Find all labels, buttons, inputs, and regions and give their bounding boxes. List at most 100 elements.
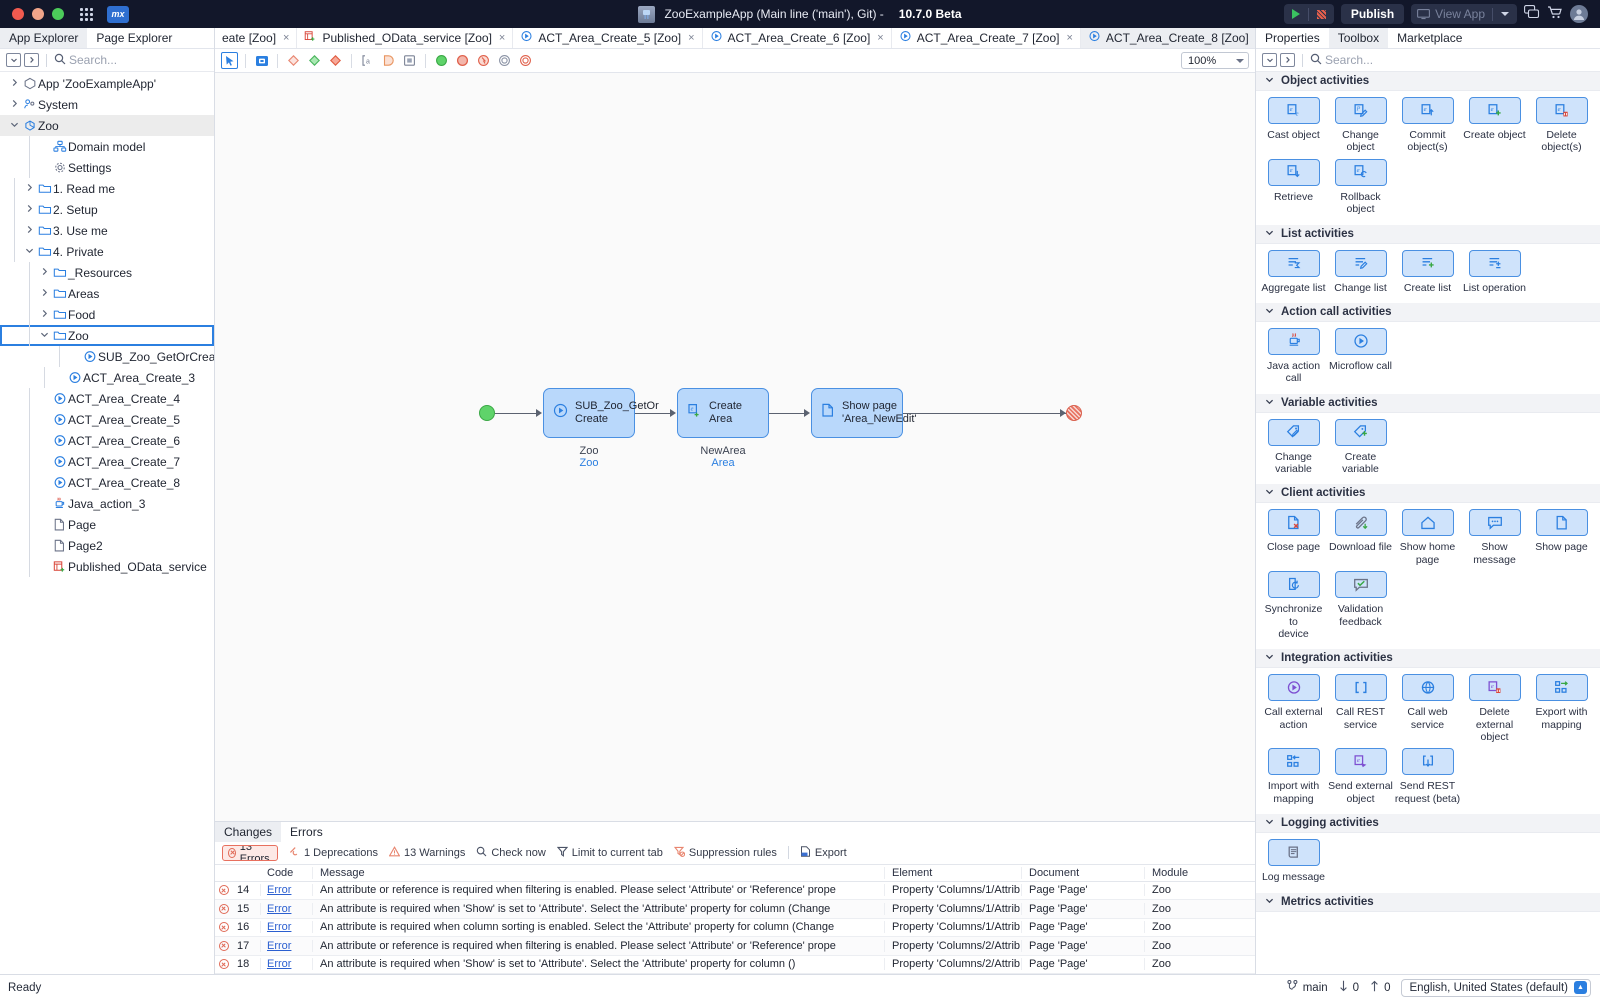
loop-icon[interactable]: [380, 52, 397, 69]
suppression-rules-button[interactable]: Suppression rules: [674, 846, 777, 860]
microflow-node-microflow-call[interactable]: SUB_Zoo_GetOr Create: [543, 388, 635, 438]
error-code-link[interactable]: Error: [267, 903, 291, 915]
error-code-link[interactable]: Error: [267, 940, 291, 952]
view-app-dropdown-button[interactable]: [1493, 4, 1517, 24]
toolbox-item-import-with-mapping[interactable]: Import with mapping: [1260, 748, 1327, 805]
send-external-object-icon[interactable]: e: [1335, 748, 1387, 775]
editor-tab-act-area-create-6-zoo[interactable]: ACT_Area_Create_6 [Zoo]×: [703, 28, 892, 48]
editor-tab-eate-zoo[interactable]: eate [Zoo]×: [215, 28, 297, 48]
toolbox-item-send-external-object[interactable]: eSend external object: [1327, 748, 1394, 805]
app-explorer-tree[interactable]: App 'ZooExampleApp'SystemZooDomain model…: [0, 72, 214, 974]
language-select[interactable]: English, United States (default) ▲: [1401, 979, 1591, 997]
tree-item-settings[interactable]: Settings: [0, 157, 214, 178]
expand-all-icon[interactable]: [1280, 53, 1295, 67]
expand-all-icon[interactable]: [24, 53, 39, 67]
toolbox-item-create-list[interactable]: Create list: [1394, 250, 1461, 294]
exclusive-split-icon[interactable]: [327, 52, 344, 69]
table-row[interactable]: 18ErrorAn attribute is required when 'Sh…: [215, 956, 1255, 975]
export-button[interactable]: Export: [800, 846, 847, 860]
close-tab-icon[interactable]: ×: [283, 32, 289, 44]
tree-twisty-icon[interactable]: [23, 225, 36, 236]
call-rest-service-icon[interactable]: [1335, 674, 1387, 701]
tree-item-act-area-create-6[interactable]: ACT_Area_Create_6: [0, 430, 214, 451]
sequence-flow-icon[interactable]: [253, 52, 270, 69]
toolbox-item-change-object[interactable]: PChange object: [1327, 97, 1394, 154]
editor-tab-act-area-create-8-zoo[interactable]: ACT_Area_Create_8 [Zoo]×: [1081, 28, 1255, 48]
tree-item-food[interactable]: Food: [0, 304, 214, 325]
microflow-canvas[interactable]: SUB_Zoo_GetOr Create Zoo Zoo e Cre: [215, 73, 1255, 821]
errors-table-body[interactable]: 14ErrorAn attribute or reference is requ…: [215, 882, 1255, 975]
stop-app-button[interactable]: [1309, 4, 1334, 24]
toolbox-group-header-integration-activities[interactable]: Integration activities: [1256, 649, 1600, 668]
tree-item-act-area-create-7[interactable]: ACT_Area_Create_7: [0, 451, 214, 472]
merge-icon[interactable]: [306, 52, 323, 69]
error-event-icon[interactable]: [475, 52, 492, 69]
continue-event-icon[interactable]: [517, 52, 534, 69]
tree-item-2-setup[interactable]: 2. Setup: [0, 199, 214, 220]
tree-item-page[interactable]: Page: [0, 514, 214, 535]
parameter-icon[interactable]: [401, 52, 418, 69]
close-page-icon[interactable]: [1268, 509, 1320, 536]
send-rest-request-icon[interactable]: [1402, 748, 1454, 775]
minimize-window-button[interactable]: [32, 8, 44, 20]
git-branch-indicator[interactable]: main: [1287, 980, 1328, 995]
toolbox-item-log-message[interactable]: Log message: [1260, 839, 1327, 883]
tree-twisty-icon[interactable]: [23, 183, 36, 194]
toolbox-item-java-action-call[interactable]: Java action call: [1260, 328, 1327, 385]
toolbox-item-cast-object[interactable]: eeCast object: [1260, 97, 1327, 154]
tree-item-zoo[interactable]: Zoo: [0, 325, 214, 346]
close-window-button[interactable]: [12, 8, 24, 20]
toolbox-item-microflow-call[interactable]: Microflow call: [1327, 328, 1394, 385]
tab-changes[interactable]: Changes: [215, 822, 281, 842]
toolbox-item-commit-object-s[interactable]: eCommit object(s): [1394, 97, 1461, 154]
feedback-icon[interactable]: [1524, 5, 1540, 23]
tree-twisty-icon[interactable]: [8, 78, 21, 89]
toolbox-item-list-operation[interactable]: List operation: [1461, 250, 1528, 294]
toolbox-group-header-client-activities[interactable]: Client activities: [1256, 484, 1600, 503]
microflow-node-create-object[interactable]: e Create Area: [677, 388, 769, 438]
stepper-icon[interactable]: ▲: [1574, 981, 1587, 994]
app-grid-icon[interactable]: [80, 8, 93, 21]
column-header-code[interactable]: Code: [261, 867, 313, 879]
create-object-icon[interactable]: e: [1469, 97, 1521, 124]
maximize-window-button[interactable]: [52, 8, 64, 20]
tree-item-resources[interactable]: _Resources: [0, 262, 214, 283]
tree-item-areas[interactable]: Areas: [0, 283, 214, 304]
tree-item-act-area-create-4[interactable]: ACT_Area_Create_4: [0, 388, 214, 409]
show-message-icon[interactable]: [1469, 509, 1521, 536]
editor-tab-bar[interactable]: eate [Zoo]×Published_OData_service [Zoo]…: [215, 28, 1255, 49]
toolbox-item-create-object[interactable]: eCreate object: [1461, 97, 1528, 154]
microflow-node-show-page[interactable]: Show page 'Area_NewEdit': [811, 388, 903, 438]
toolbox-group-header-metrics-activities[interactable]: Metrics activities: [1256, 893, 1600, 912]
tree-item-act-area-create-8[interactable]: ACT_Area_Create_8: [0, 472, 214, 493]
create-list-icon[interactable]: [1402, 250, 1454, 277]
end-event-icon[interactable]: [454, 52, 471, 69]
toolbox-group-header-logging-activities[interactable]: Logging activities: [1256, 814, 1600, 833]
collapse-all-icon[interactable]: [1262, 53, 1277, 67]
toolbox-item-call-rest-service[interactable]: Call REST service: [1327, 674, 1394, 743]
annotation-icon[interactable]: a: [359, 52, 376, 69]
tree-item-1-read-me[interactable]: 1. Read me: [0, 178, 214, 199]
decision-icon[interactable]: [285, 52, 302, 69]
validation-feedback-icon[interactable]: [1335, 571, 1387, 598]
start-event-icon[interactable]: [433, 52, 450, 69]
limit-to-current-tab-button[interactable]: Limit to current tab: [557, 846, 663, 860]
table-row[interactable]: 14ErrorAn attribute or reference is requ…: [215, 882, 1255, 901]
error-code-link[interactable]: Error: [267, 958, 291, 970]
table-row[interactable]: 16ErrorAn attribute is required when col…: [215, 919, 1255, 938]
tree-item-act-area-create-5[interactable]: ACT_Area_Create_5: [0, 409, 214, 430]
tree-item-act-area-create-3[interactable]: ACT_Area_Create_3: [0, 367, 214, 388]
toolbox-item-close-page[interactable]: Close page: [1260, 509, 1327, 566]
column-header-document[interactable]: Document: [1022, 867, 1145, 879]
table-row[interactable]: 15ErrorAn attribute is required when 'Sh…: [215, 900, 1255, 919]
tab-app-explorer[interactable]: App Explorer: [0, 28, 87, 48]
toolbox-search-input[interactable]: Search...: [1325, 53, 1373, 67]
tab-toolbox[interactable]: Toolbox: [1329, 28, 1388, 48]
rollback-object-icon[interactable]: e: [1335, 159, 1387, 186]
tree-twisty-icon[interactable]: [38, 330, 51, 341]
tree-item-zoo[interactable]: Zoo: [0, 115, 214, 136]
view-app-button[interactable]: View App: [1411, 4, 1517, 24]
tree-twisty-icon[interactable]: [8, 99, 21, 110]
user-avatar[interactable]: [1570, 5, 1588, 23]
editor-tab-published-odata-service-zoo[interactable]: Published_OData_service [Zoo]×: [297, 28, 513, 48]
